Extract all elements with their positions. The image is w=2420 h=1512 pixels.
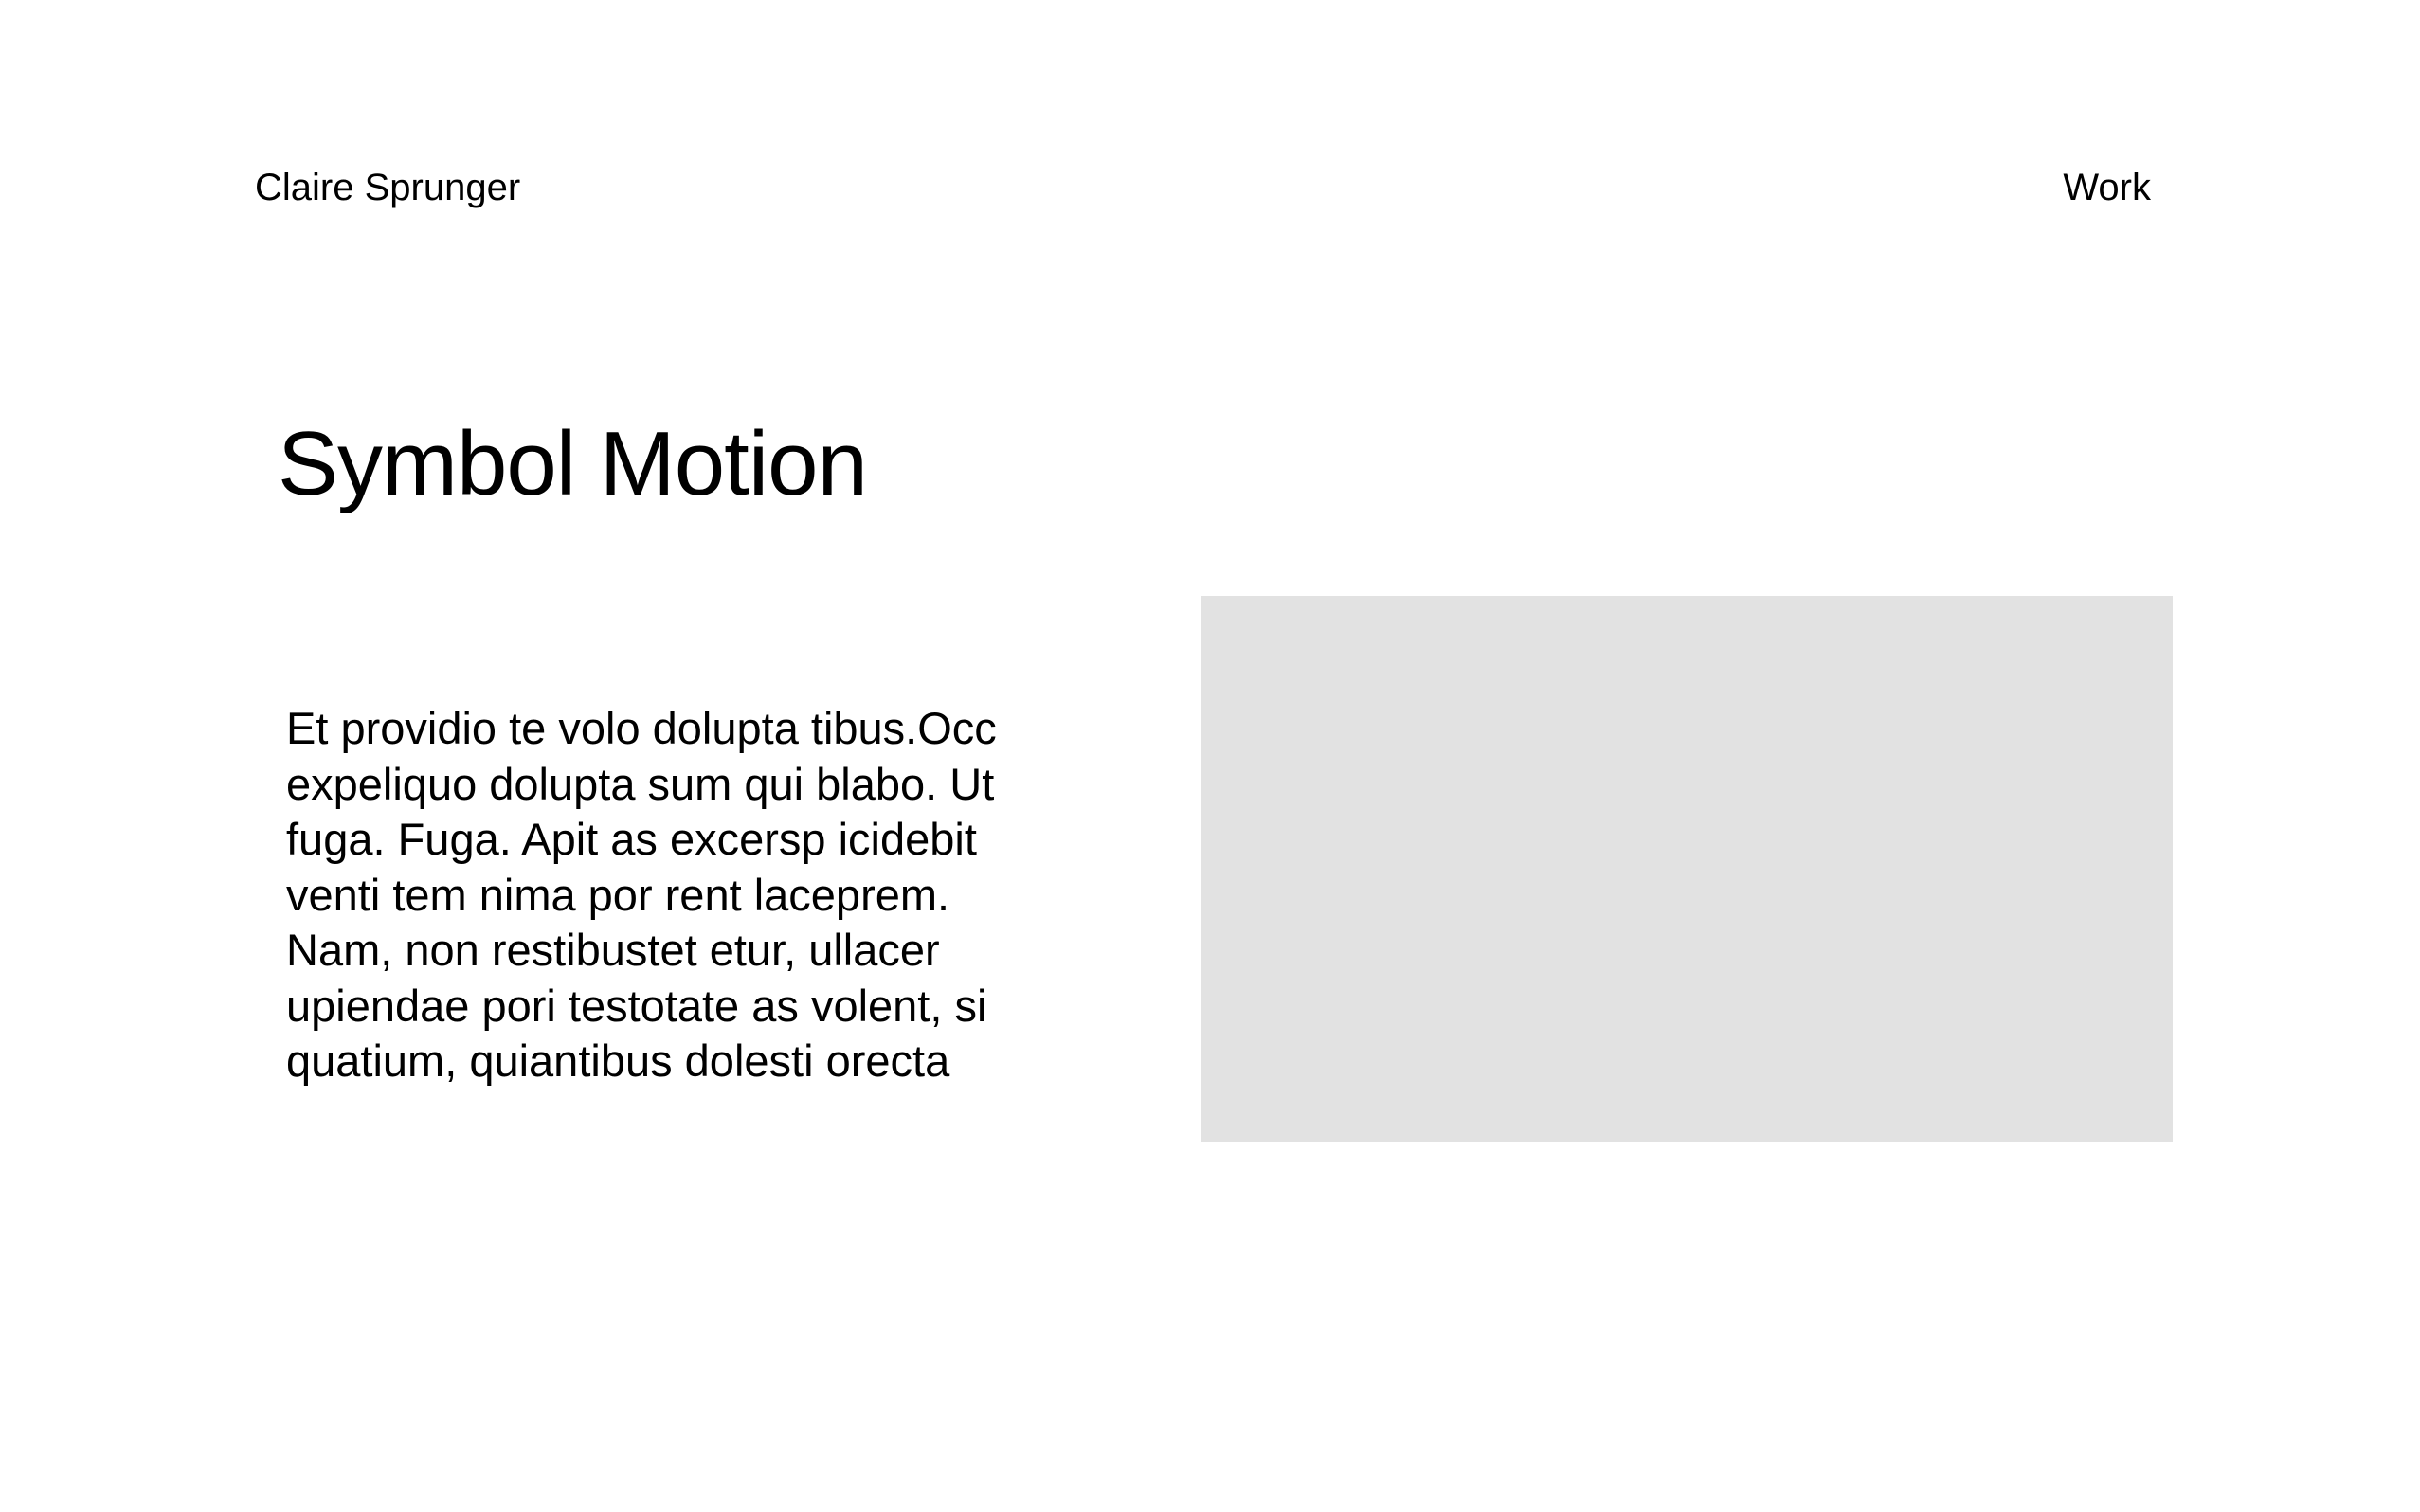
project-description: Et providio te volo dolupta tibus.Occ ex…	[286, 703, 997, 1086]
nav-work-link[interactable]: Work	[2037, 163, 2151, 212]
page-title: Symbol Motion	[278, 413, 868, 514]
site-name-link[interactable]: Claire Sprunger	[255, 163, 520, 212]
media-placeholder	[1201, 596, 2173, 1142]
